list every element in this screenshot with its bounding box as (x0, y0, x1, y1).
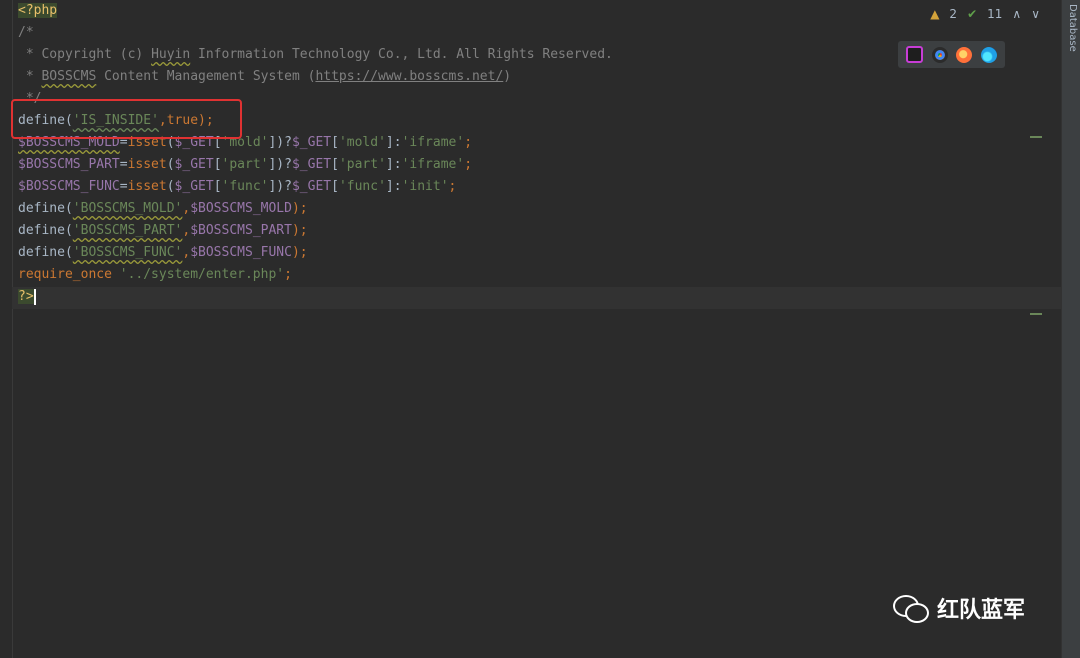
code-line-12[interactable]: define('BOSSCMS_FUNC',$BOSSCMS_FUNC); (18, 242, 613, 264)
comment-text: * (18, 69, 42, 84)
database-tab[interactable]: Database (1067, 4, 1078, 52)
code-line-14[interactable]: ?> (18, 286, 613, 308)
warning-icon[interactable]: ▲ (930, 7, 939, 21)
code-token: ; (284, 267, 292, 282)
code-token: ; (464, 157, 473, 172)
code-token: $_GET (174, 157, 214, 172)
code-token: ; (448, 179, 457, 194)
code-token: ( (166, 157, 175, 172)
code-line-2[interactable]: /* (18, 22, 613, 44)
check-icon[interactable]: ✔ (967, 7, 977, 21)
warning-count: 2 (949, 7, 958, 21)
comment-text: Information Technology Co., Ltd. All Rig… (190, 47, 613, 62)
code-token: '../system/enter.php' (111, 267, 285, 282)
code-token: 'BOSSCMS_PART' (72, 223, 183, 238)
php-close-tag: ?> (18, 289, 34, 304)
phpstorm-icon[interactable] (906, 46, 924, 63)
code-line-10[interactable]: define('BOSSCMS_MOLD',$BOSSCMS_MOLD); (18, 198, 613, 220)
annotation-highlight-box (11, 99, 242, 139)
comment-text: BOSSCMS (41, 69, 97, 84)
code-token: ])? (268, 157, 292, 172)
code-token: ); (291, 245, 308, 260)
code-token: define( (18, 201, 73, 216)
code-token: $BOSSCMS_MOLD (190, 201, 292, 216)
right-tool-strip: Database (1061, 0, 1080, 658)
code-token: isset (127, 157, 167, 172)
code-content[interactable]: <?php /* * Copyright (c) Huyin Informati… (18, 0, 613, 308)
code-token: define( (18, 223, 73, 238)
watermark: 红队蓝军 (893, 592, 1025, 624)
code-token: 'BOSSCMS_MOLD' (72, 201, 183, 216)
scroll-marker[interactable] (1030, 313, 1042, 315)
code-line-13[interactable]: require_once '../system/enter.php'; (18, 264, 613, 286)
comment-link[interactable]: https://www.bosscms.net/ (315, 69, 503, 84)
code-token: ]: (385, 179, 402, 194)
code-token: [ (331, 157, 339, 172)
inspection-widget[interactable]: ▲ 2 ✔ 11 ∧ ∨ (930, 4, 1040, 24)
code-token: $BOSSCMS_PART (190, 223, 292, 238)
firefox-icon[interactable] (956, 46, 973, 63)
comment-text: Content Management System ( (96, 69, 316, 84)
code-token: ); (291, 201, 308, 216)
next-highlight-icon[interactable]: ∨ (1031, 7, 1040, 21)
code-token: require_once (18, 267, 112, 282)
code-line-1[interactable]: <?php (18, 0, 613, 22)
code-token: ; (464, 135, 473, 150)
scroll-marker[interactable] (1030, 136, 1042, 138)
code-token: [ (213, 157, 222, 172)
code-token: 'init' (401, 179, 449, 194)
php-open-tag: <?php (18, 3, 58, 18)
wechat-icon (893, 593, 929, 623)
code-token: ])? (268, 179, 292, 194)
code-editor[interactable]: <?php /* * Copyright (c) Huyin Informati… (0, 0, 1062, 658)
chrome-icon[interactable] (931, 46, 948, 63)
browser-preview-bar (898, 41, 1005, 68)
code-line-9[interactable]: $BOSSCMS_FUNC=isset($_GET['func'])?$_GET… (18, 176, 613, 198)
code-token: ); (291, 223, 308, 238)
comment-text: ) (503, 69, 512, 84)
comment-text: * Copyright (c) (18, 47, 152, 62)
code-token: $BOSSCMS_PART (18, 157, 120, 172)
code-token: 'mold' (338, 135, 386, 150)
code-token: 'iframe' (401, 135, 465, 150)
code-token: ])? (268, 135, 292, 150)
code-token: 'func' (221, 179, 269, 194)
code-token: [ (331, 135, 339, 150)
code-token: 'iframe' (401, 157, 465, 172)
code-line-11[interactable]: define('BOSSCMS_PART',$BOSSCMS_PART); (18, 220, 613, 242)
code-token: [ (213, 179, 222, 194)
code-token: 'BOSSCMS_FUNC' (72, 245, 183, 260)
code-token: 'part' (338, 157, 386, 172)
code-token: define( (18, 245, 73, 260)
code-token: ( (166, 179, 175, 194)
code-token: $BOSSCMS_FUNC (18, 179, 120, 194)
code-token: ]: (385, 135, 402, 150)
code-token: $BOSSCMS_FUNC (190, 245, 292, 260)
check-count: 11 (987, 7, 1003, 21)
code-line-3[interactable]: * Copyright (c) Huyin Information Techno… (18, 44, 613, 66)
comment-text: /* (18, 25, 34, 40)
code-token: 'func' (338, 179, 386, 194)
previous-highlight-icon[interactable]: ∧ (1012, 7, 1021, 21)
code-token: [ (331, 179, 339, 194)
code-token: 'part' (221, 157, 269, 172)
watermark-text: 红队蓝军 (937, 598, 1026, 623)
code-token: = (119, 179, 128, 194)
text-caret (33, 288, 36, 305)
code-line-8[interactable]: $BOSSCMS_PART=isset($_GET['part'])?$_GET… (18, 154, 613, 176)
code-token: $_GET (291, 179, 332, 194)
code-token: ]: (385, 157, 402, 172)
code-token: $_GET (174, 179, 214, 194)
code-line-4[interactable]: * BOSSCMS Content Management System (htt… (18, 66, 613, 88)
code-token: $_GET (291, 157, 332, 172)
code-token: = (119, 157, 128, 172)
edge-icon[interactable] (980, 46, 997, 63)
code-token: isset (127, 179, 167, 194)
code-token: $_GET (291, 135, 332, 150)
comment-text: Huyin (151, 47, 191, 62)
